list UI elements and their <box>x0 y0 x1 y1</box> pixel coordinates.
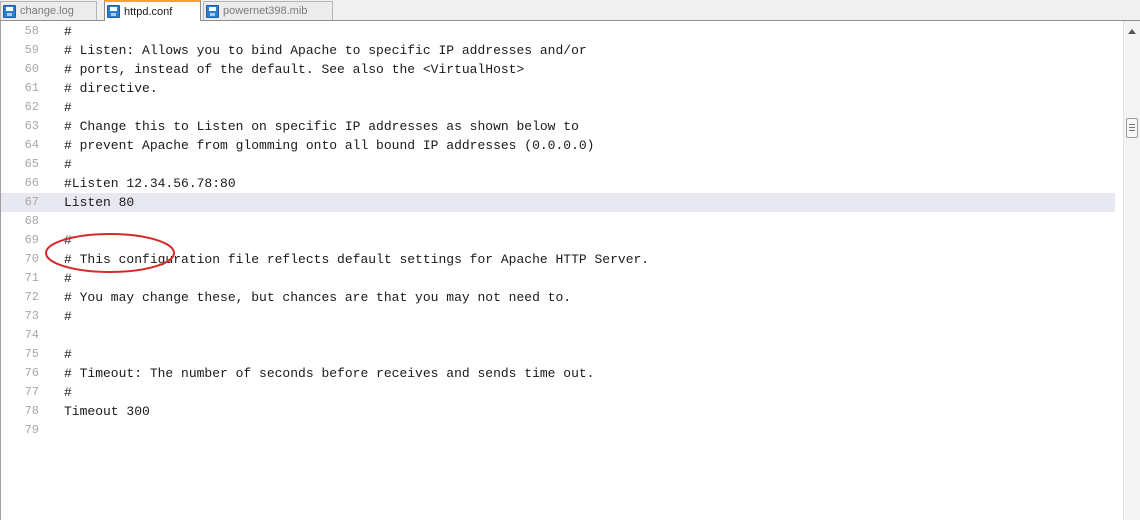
code-line[interactable]: 79 <box>1 421 1115 440</box>
line-number: 66 <box>24 176 39 190</box>
code-line[interactable]: 59 # Listen: Allows you to bind Apache to… <box>1 41 1115 60</box>
line-number: 73 <box>24 309 39 323</box>
line-number: 74 <box>24 328 39 342</box>
line-text[interactable]: # <box>64 98 72 117</box>
save-file-icon <box>107 5 120 18</box>
code-line[interactable]: 75 # <box>1 345 1115 364</box>
line-number: 67 <box>24 195 39 209</box>
line-number: 76 <box>24 366 39 380</box>
save-file-icon <box>206 4 219 18</box>
code-line[interactable]: 68 <box>1 212 1115 231</box>
line-text[interactable]: Listen 80 <box>64 193 134 212</box>
code-line[interactable]: 72 # You may change these, but chances ar… <box>1 288 1115 307</box>
line-number: 61 <box>24 81 39 95</box>
line-number: 75 <box>24 347 39 361</box>
code-lines[interactable]: 58 #59 # Listen: Allows you to bind Apache… <box>1 22 1123 440</box>
line-text[interactable]: # Timeout: The number of seconds before … <box>64 364 595 383</box>
line-text[interactable]: # directive. <box>64 79 158 98</box>
tab-label: httpd.conf <box>124 5 173 18</box>
grip-line <box>1129 127 1135 128</box>
line-number: 58 <box>24 24 39 38</box>
save-file-icon <box>3 4 16 18</box>
grip-line <box>1129 124 1135 125</box>
line-text[interactable]: # You may change these, but chances are … <box>64 288 571 307</box>
code-line[interactable]: 78 Timeout 300 <box>1 402 1115 421</box>
code-line[interactable]: 71 # <box>1 269 1115 288</box>
line-number: 77 <box>24 385 39 399</box>
line-number: 79 <box>24 423 39 437</box>
line-text[interactable]: # <box>64 307 72 326</box>
vertical-scrollbar[interactable] <box>1123 21 1140 520</box>
line-number: 63 <box>24 119 39 133</box>
code-line[interactable]: 62 # <box>1 98 1115 117</box>
scroll-up-arrow-icon[interactable] <box>1128 29 1136 34</box>
line-text[interactable]: Timeout 300 <box>64 402 150 421</box>
scrollbar-thumb[interactable] <box>1126 118 1138 138</box>
code-line[interactable]: 60 # ports, instead of the default. See a… <box>1 60 1115 79</box>
code-line[interactable]: 64 # prevent Apache from glomming onto al… <box>1 136 1115 155</box>
line-number: 71 <box>24 271 39 285</box>
editor-pane[interactable]: 58 #59 # Listen: Allows you to bind Apache… <box>0 21 1140 520</box>
line-text[interactable]: # ports, instead of the default. See als… <box>64 60 524 79</box>
line-number: 78 <box>24 404 39 418</box>
tab-httpd-conf[interactable]: httpd.conf <box>104 0 201 21</box>
code-line[interactable]: 76 # Timeout: The number of seconds befor… <box>1 364 1115 383</box>
tab-change-log[interactable]: change.log <box>0 1 97 20</box>
line-number: 72 <box>24 290 39 304</box>
line-text[interactable]: #Listen 12.34.56.78:80 <box>64 174 236 193</box>
line-text[interactable]: # Listen: Allows you to bind Apache to s… <box>64 41 587 60</box>
code-line[interactable]: 77 # <box>1 383 1115 402</box>
line-text[interactable]: # prevent Apache from glomming onto all … <box>64 136 595 155</box>
code-line[interactable]: 70 # This configuration file reflects def… <box>1 250 1115 269</box>
tab-label: change.log <box>20 5 74 17</box>
line-number: 62 <box>24 100 39 114</box>
line-number: 59 <box>24 43 39 57</box>
line-text[interactable]: # <box>64 269 72 288</box>
code-line[interactable]: 58 # <box>1 22 1115 41</box>
tab-powernet398-mib[interactable]: powernet398.mib <box>203 1 333 20</box>
line-text[interactable]: # <box>64 155 72 174</box>
code-line[interactable]: 67 Listen 80 <box>1 193 1115 212</box>
grip-line <box>1129 130 1135 131</box>
code-line[interactable]: 74 <box>1 326 1115 345</box>
code-line[interactable]: 63 # Change this to Listen on specific IP… <box>1 117 1115 136</box>
code-line[interactable]: 65 # <box>1 155 1115 174</box>
line-number: 68 <box>24 214 39 228</box>
line-number: 60 <box>24 62 39 76</box>
line-text[interactable]: # This configuration file reflects defau… <box>64 250 649 269</box>
line-number: 65 <box>24 157 39 171</box>
code-line[interactable]: 61 # directive. <box>1 79 1115 98</box>
line-number: 69 <box>24 233 39 247</box>
code-line[interactable]: 73 # <box>1 307 1115 326</box>
tab-label: powernet398.mib <box>223 5 308 17</box>
line-text[interactable]: # <box>64 383 72 402</box>
line-text[interactable]: # <box>64 345 72 364</box>
line-number: 64 <box>24 138 39 152</box>
code-line[interactable]: 66 #Listen 12.34.56.78:80 <box>1 174 1115 193</box>
tab-bar: change.log httpd.conf powernet398.mib <box>0 0 1140 21</box>
line-text[interactable]: # <box>64 231 72 250</box>
code-line[interactable]: 69 # <box>1 231 1115 250</box>
line-text[interactable]: # <box>64 22 72 41</box>
line-number: 70 <box>24 252 39 266</box>
line-text[interactable]: # Change this to Listen on specific IP a… <box>64 117 579 136</box>
